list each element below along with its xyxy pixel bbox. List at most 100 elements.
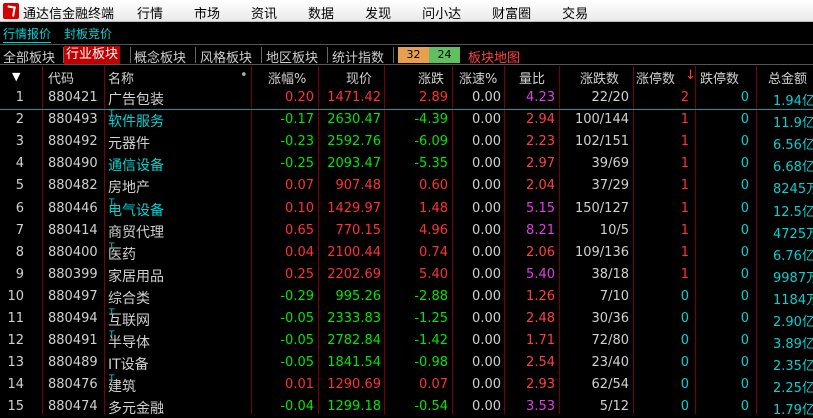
menu-item-jiaoyi[interactable]: 交易 — [562, 3, 588, 22]
menu-item-faxian[interactable]: 发现 — [365, 3, 391, 22]
row-name: 广告包装 — [108, 92, 164, 108]
col-header-volume-ratio[interactable]: 量比 — [519, 68, 545, 87]
col-header-price[interactable]: 现价 — [346, 68, 372, 87]
table-row[interactable]: 9 880399 家居用品 0.25 2202.69 5.40 0.00 5.40 38/18 1… — [0, 264, 813, 286]
row-speed: 0.00 — [472, 377, 501, 393]
row-updown-count: 10/5 — [599, 222, 629, 238]
row-speed: 0.00 — [472, 134, 501, 150]
sort-dropdown-icon[interactable]: ▼ — [12, 70, 20, 83]
tab-sector-map[interactable]: 板块地图 — [468, 47, 520, 66]
tab-industry-sectors[interactable]: 行业板块 — [64, 46, 121, 64]
col-header-limit-down[interactable]: 跌停数 — [700, 68, 739, 87]
table-row[interactable]: 10 880497 综合类 -0.29 995.26 -2.88 0.00 1.26 7/10 0… — [0, 286, 813, 308]
row-name-flag: T — [109, 308, 115, 318]
tab-style-sectors[interactable]: 风格板块 — [200, 47, 252, 66]
row-limit-up: 0 — [680, 355, 689, 371]
col-header-amount[interactable]: 总金额 — [768, 68, 807, 87]
row-change: 0.60 — [419, 178, 448, 194]
table-header: ▼ 代码 名称 • 涨幅% 现价 涨跌 涨速% 量比 涨跌数 涨停数 ↓ 跌停数… — [0, 66, 813, 87]
table-row[interactable]: 15 880474 多元金融 -0.04 1299.18 -0.54 0.00 3.53 5/1… — [0, 396, 813, 418]
row-code: 880446 — [48, 200, 98, 216]
row-volume-ratio: 2.94 — [526, 112, 555, 128]
row-pct: -0.29 — [280, 288, 314, 304]
row-index: 4 — [15, 156, 24, 172]
tab-divider — [130, 47, 131, 63]
table-row[interactable]: 8 880400 医药 T 0.04 2100.44 0.74 0.00 2.06 109/136… — [0, 242, 813, 264]
menu-item-shuju[interactable]: 数据 — [308, 3, 334, 22]
col-header-limit-up[interactable]: 涨停数 — [636, 68, 675, 87]
col-header-pct[interactable]: 涨幅% — [268, 68, 306, 87]
col-header-code[interactable]: 代码 — [48, 68, 74, 87]
row-speed: 0.00 — [472, 244, 501, 260]
row-index: 15 — [7, 399, 24, 415]
row-name: 房地产 — [108, 180, 150, 197]
tab-region-sectors[interactable]: 地区板块 — [266, 47, 318, 66]
row-name: 多元金融 — [108, 401, 164, 418]
row-updown-count: 5/12 — [599, 399, 629, 415]
limitup-auction-tab[interactable]: 封板竞价 — [64, 25, 112, 42]
row-code: 880482 — [48, 178, 98, 194]
row-limit-down: 0 — [740, 222, 749, 238]
menu-item-caifuquan[interactable]: 财富圈 — [492, 3, 531, 22]
row-code: 880491 — [48, 333, 98, 349]
row-amount: 6.56亿 — [773, 138, 813, 154]
row-code: 880490 — [48, 156, 98, 172]
row-name: 通信设备 — [108, 158, 164, 175]
tab-concept-sectors[interactable]: 概念板块 — [134, 47, 186, 66]
row-amount: 1184万 — [773, 292, 813, 308]
row-speed: 0.00 — [472, 266, 501, 282]
row-change: -1.42 — [414, 333, 448, 349]
row-speed: 0.00 — [472, 112, 501, 128]
table-row[interactable]: 12 880491 半导体 T -0.05 2782.84 -1.42 0.00 1.71 72/… — [0, 330, 813, 352]
row-index: 11 — [7, 311, 24, 326]
row-name: 综合类 — [108, 290, 150, 307]
menu-item-hangqing[interactable]: 行情 — [137, 3, 163, 22]
tab-divider — [261, 47, 262, 63]
row-speed: 0.00 — [472, 178, 501, 194]
row-index: 10 — [7, 288, 24, 304]
table-row[interactable]: 11 880494 互联网 T -0.05 2333.83 -1.25 0.00 2.48 30/… — [0, 308, 813, 330]
table-row[interactable]: 5 880482 房地产 0.07 907.48 0.60 0.00 2.04 37/29 1 0 8… — [0, 175, 813, 197]
row-limit-up: 1 — [680, 156, 689, 172]
table-row[interactable]: 1 880421 广告包装 0.20 1471.42 2.89 0.00 4.23 22/20 2… — [0, 87, 813, 110]
row-code: 880492 — [48, 134, 98, 150]
row-change: 0.07 — [419, 377, 448, 393]
row-limit-up: 0 — [680, 333, 689, 349]
table-row[interactable]: 14 880476 建筑 T 0.01 1290.69 0.07 0.00 2.93 62/54 0… — [0, 374, 813, 396]
row-amount: 3.89亿 — [773, 337, 813, 353]
row-code: 880399 — [48, 266, 98, 282]
row-price: 2782.84 — [327, 333, 381, 349]
table-row[interactable]: 2 880493 软件服务 T -0.17 2630.47 -4.39 0.00 2.94 100… — [0, 109, 813, 131]
row-limit-up: 0 — [680, 377, 689, 393]
row-pct: -0.05 — [280, 355, 314, 371]
col-header-speed[interactable]: 涨速% — [459, 68, 497, 87]
quotes-tab[interactable]: 行情报价 — [3, 25, 52, 43]
table-row[interactable]: 3 880492 元器件 -0.23 2592.76 -6.09 0.00 2.23 102/1… — [0, 131, 813, 153]
table-row[interactable]: 6 880446 电气设备 T 0.10 1429.97 1.48 0.00 5.15 150/1… — [0, 198, 813, 220]
row-limit-up: 0 — [680, 288, 689, 304]
row-name-flag: T — [109, 330, 115, 341]
row-pct: 0.04 — [285, 244, 314, 260]
row-code: 880400 — [48, 244, 98, 260]
row-code: 880476 — [48, 377, 98, 393]
row-volume-ratio: 8.21 — [526, 222, 555, 238]
row-code: 880421 — [48, 90, 98, 105]
table-row[interactable]: 4 880490 通信设备 -0.25 2093.47 -5.35 0.00 2.97 39/6… — [0, 153, 813, 175]
menu-item-shichang[interactable]: 市场 — [194, 3, 220, 22]
row-limit-up: 0 — [680, 399, 689, 415]
col-header-name[interactable]: 名称 — [108, 68, 134, 87]
row-index: 9 — [15, 266, 24, 282]
table-row[interactable]: 7 880414 商贸代理 0.65 770.15 4.96 0.00 8.21 10/5 1 0 4… — [0, 220, 813, 242]
col-header-change[interactable]: 涨跌 — [418, 68, 444, 87]
row-volume-ratio: 3.53 — [526, 399, 555, 415]
row-index: 5 — [15, 178, 24, 194]
table-row[interactable]: 13 880489 IT设备 -0.05 1841.54 -0.98 0.00 2.54 23/… — [0, 352, 813, 374]
menu-item-zixun[interactable]: 资讯 — [251, 3, 277, 22]
tab-stat-index[interactable]: 统计指数 — [332, 47, 384, 66]
tab-all-sectors[interactable]: 全部板块 — [3, 47, 55, 66]
menu-item-wenxiaoda[interactable]: 问小达 — [422, 3, 461, 22]
col-header-updown-count[interactable]: 涨跌数 — [580, 68, 619, 87]
row-change: -5.35 — [414, 156, 448, 172]
row-amount: 2.25亿 — [773, 381, 813, 397]
row-price: 2630.47 — [327, 112, 381, 128]
